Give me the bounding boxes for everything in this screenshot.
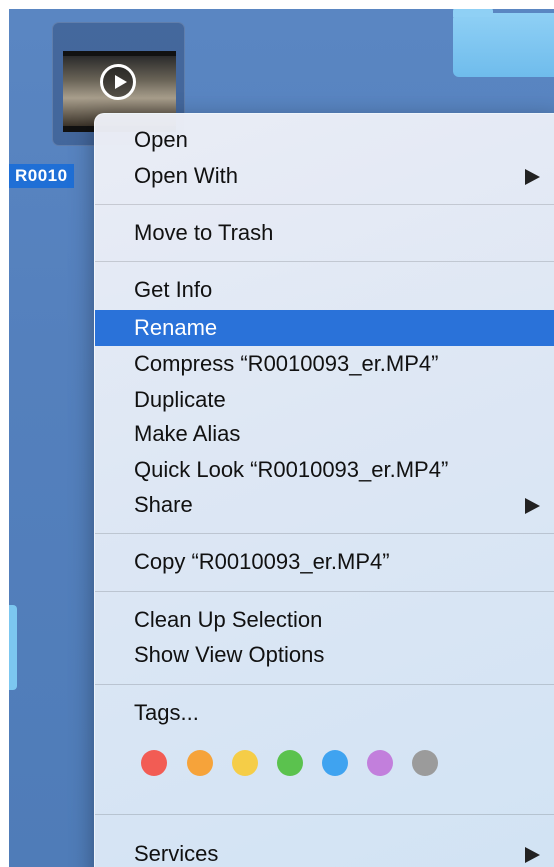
menu-separator [95, 814, 554, 815]
menu-item-quick-look[interactable]: Quick Look “R0010093_er.MP4” [95, 452, 554, 488]
tag-orange-dot[interactable] [187, 750, 213, 776]
menu-item-open[interactable]: Open [95, 122, 554, 158]
menu-item-make-alias[interactable]: Make Alias [95, 416, 554, 452]
menu-item-clean-up-selection[interactable]: Clean Up Selection [95, 602, 554, 638]
menu-item-compress[interactable]: Compress “R0010093_er.MP4” [95, 346, 554, 382]
play-icon [100, 64, 136, 100]
submenu-arrow-icon [525, 847, 540, 863]
tag-red-dot[interactable] [141, 750, 167, 776]
tag-gray-dot[interactable] [412, 750, 438, 776]
menu-item-copy[interactable]: Copy “R0010093_er.MP4” [95, 544, 554, 580]
menu-item-tags[interactable]: Tags... [95, 695, 554, 731]
menu-item-services[interactable]: Services [95, 836, 554, 867]
menu-separator [95, 684, 554, 685]
menu-item-get-info[interactable]: Get Info [95, 272, 554, 308]
tag-green-dot[interactable] [277, 750, 303, 776]
tag-purple-dot[interactable] [367, 750, 393, 776]
tag-blue-dot[interactable] [322, 750, 348, 776]
tag-yellow-dot[interactable] [232, 750, 258, 776]
menu-item-label: Share [134, 492, 193, 517]
menu-separator [95, 204, 554, 205]
submenu-arrow-icon [525, 169, 540, 185]
menu-separator [95, 261, 554, 262]
menu-item-label: Services [134, 841, 219, 866]
menu-item-move-to-trash[interactable]: Move to Trash [95, 215, 554, 251]
menu-item-duplicate[interactable]: Duplicate [95, 382, 554, 418]
submenu-arrow-icon [525, 498, 540, 514]
menu-item-rename[interactable]: Rename [95, 310, 554, 346]
menu-separator [95, 533, 554, 534]
menu-item-share[interactable]: Share [95, 487, 554, 523]
menu-item-label: Open With [134, 163, 238, 188]
menu-item-show-view-options[interactable]: Show View Options [95, 637, 554, 673]
side-panel-tab [9, 605, 17, 690]
menu-separator [95, 591, 554, 592]
file-name-label[interactable]: R0010 [9, 164, 74, 188]
menu-item-open-with[interactable]: Open With [95, 158, 554, 194]
folder-icon[interactable] [453, 9, 554, 77]
desktop: R0010 Open Open With Move to Trash Get I… [9, 9, 554, 867]
context-menu: Open Open With Move to Trash Get Info Re… [94, 113, 554, 867]
